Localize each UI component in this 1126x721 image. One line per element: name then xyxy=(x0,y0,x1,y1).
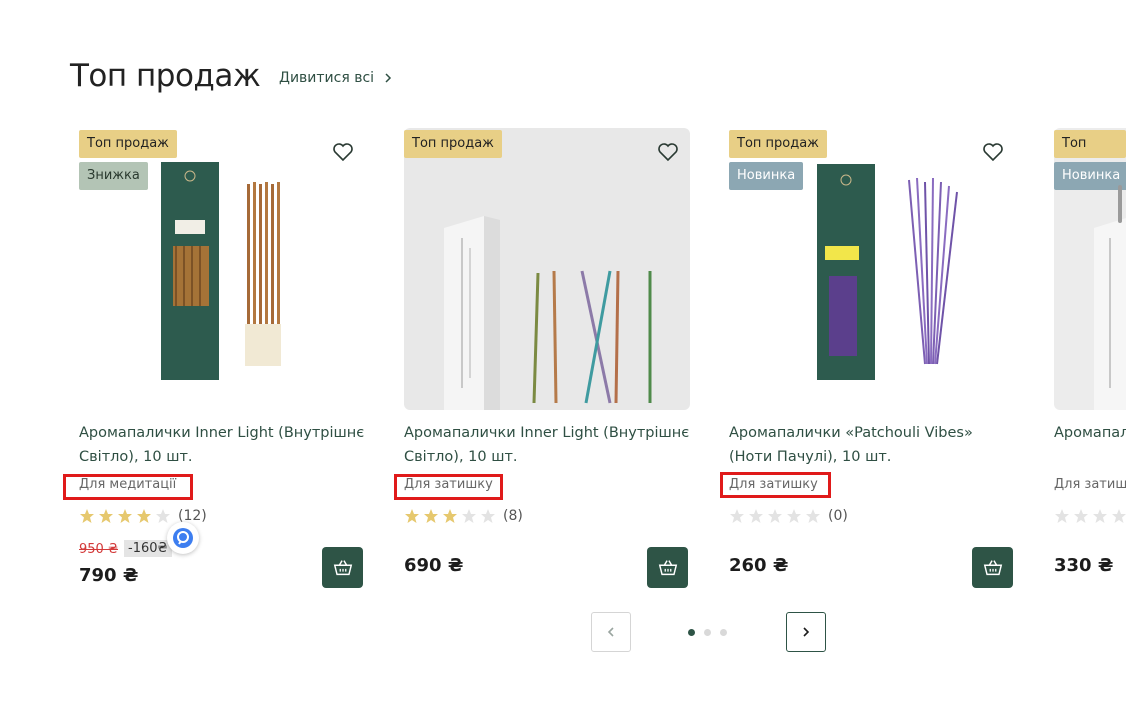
see-all-link[interactable]: Дивитися всі xyxy=(279,70,394,86)
basket-icon xyxy=(333,559,352,575)
highlight-box xyxy=(63,474,193,500)
star-icon xyxy=(156,509,170,523)
star-icon xyxy=(99,509,113,523)
product-image[interactable] xyxy=(404,128,690,410)
product-tag: Для затишк xyxy=(1054,477,1126,492)
badge-new: Новинка xyxy=(1054,162,1126,190)
review-count[interactable]: (8) xyxy=(503,508,523,524)
star-icon xyxy=(1055,509,1069,523)
product-price: 790 ₴ xyxy=(79,565,139,586)
star-icon xyxy=(1074,509,1088,523)
add-to-cart-button[interactable] xyxy=(322,547,363,588)
product-card[interactable]: Топ продаж Аромапалички Inner Light (Вну… xyxy=(404,128,690,598)
badge-top-sale: Топ продаж xyxy=(404,130,502,158)
old-price: 950 ₴ xyxy=(79,542,119,557)
star-icon xyxy=(749,509,763,523)
basket-icon xyxy=(983,559,1002,575)
product-price: 330 ₴ xyxy=(1054,555,1114,576)
see-all-label: Дивитися всі xyxy=(279,70,375,86)
product-card[interactable]: Топ продаж Новинка Аромапалички «Patchou… xyxy=(729,128,1015,598)
product-price: 690 ₴ xyxy=(404,555,464,576)
discount-amount: -160₴ xyxy=(124,540,172,557)
product-name[interactable]: Аромапал xyxy=(1054,421,1126,445)
product-price: 260 ₴ xyxy=(729,555,789,576)
add-to-cart-button[interactable] xyxy=(972,547,1013,588)
heart-icon[interactable] xyxy=(656,140,680,164)
section-title: Топ продаж xyxy=(70,58,261,94)
chat-bubble-icon xyxy=(173,528,193,548)
star-icon xyxy=(462,509,476,523)
star-icon xyxy=(443,509,457,523)
star-icon xyxy=(80,509,94,523)
star-icon xyxy=(806,509,820,523)
chevron-right-icon xyxy=(385,73,392,83)
badge-top-sale: Топ продаж xyxy=(729,130,827,158)
pagination-dot-1[interactable] xyxy=(688,629,695,636)
badge-top-sale: Топ продаж xyxy=(79,130,177,158)
basket-icon xyxy=(658,559,677,575)
badge-top-sale: Топ продаж xyxy=(1054,130,1126,179)
next-button[interactable] xyxy=(786,612,826,652)
badge-discount: Знижка xyxy=(79,162,148,190)
star-icon xyxy=(1093,509,1107,523)
star-icon xyxy=(405,509,419,523)
star-icon xyxy=(730,509,744,523)
rating-stars: (12) xyxy=(79,508,207,524)
heart-icon[interactable] xyxy=(331,140,355,164)
assistant-widget-button[interactable] xyxy=(167,522,199,554)
rating-stars: (8) xyxy=(404,508,523,524)
star-icon xyxy=(787,509,801,523)
badge-new: Новинка xyxy=(729,162,804,190)
rating-stars xyxy=(1054,508,1126,524)
pagination-dot-3[interactable] xyxy=(720,629,727,636)
rating-stars: (0) xyxy=(729,508,848,524)
star-icon xyxy=(768,509,782,523)
review-count[interactable]: (0) xyxy=(828,508,848,524)
product-name[interactable]: Аромапалички Inner Light (Внутрішнє Світ… xyxy=(79,421,369,469)
heart-icon[interactable] xyxy=(981,140,1005,164)
product-name[interactable]: Аромапалички Inner Light (Внутрішнє Світ… xyxy=(404,421,694,469)
chevron-left-icon xyxy=(607,627,614,637)
star-icon xyxy=(137,509,151,523)
star-icon xyxy=(118,509,132,523)
highlight-box xyxy=(720,472,831,498)
add-to-cart-button[interactable] xyxy=(647,547,688,588)
highlight-box xyxy=(394,474,503,500)
product-card-partial[interactable]: Топ продаж Новинка Аромапал Для затишк 3… xyxy=(1054,128,1126,598)
product-card[interactable]: Топ продаж Знижка Аромапалички Inner Lig… xyxy=(79,128,365,598)
star-icon xyxy=(424,509,438,523)
chevron-right-icon xyxy=(803,627,810,637)
product-name[interactable]: Аромапалички «Patchouli Vibes» (Ноти Пач… xyxy=(729,421,1019,469)
star-icon xyxy=(481,509,495,523)
prev-button[interactable] xyxy=(591,612,631,652)
pagination-dot-2[interactable] xyxy=(704,629,711,636)
scrollbar-thumb[interactable] xyxy=(1118,185,1122,223)
star-icon xyxy=(1112,509,1126,523)
